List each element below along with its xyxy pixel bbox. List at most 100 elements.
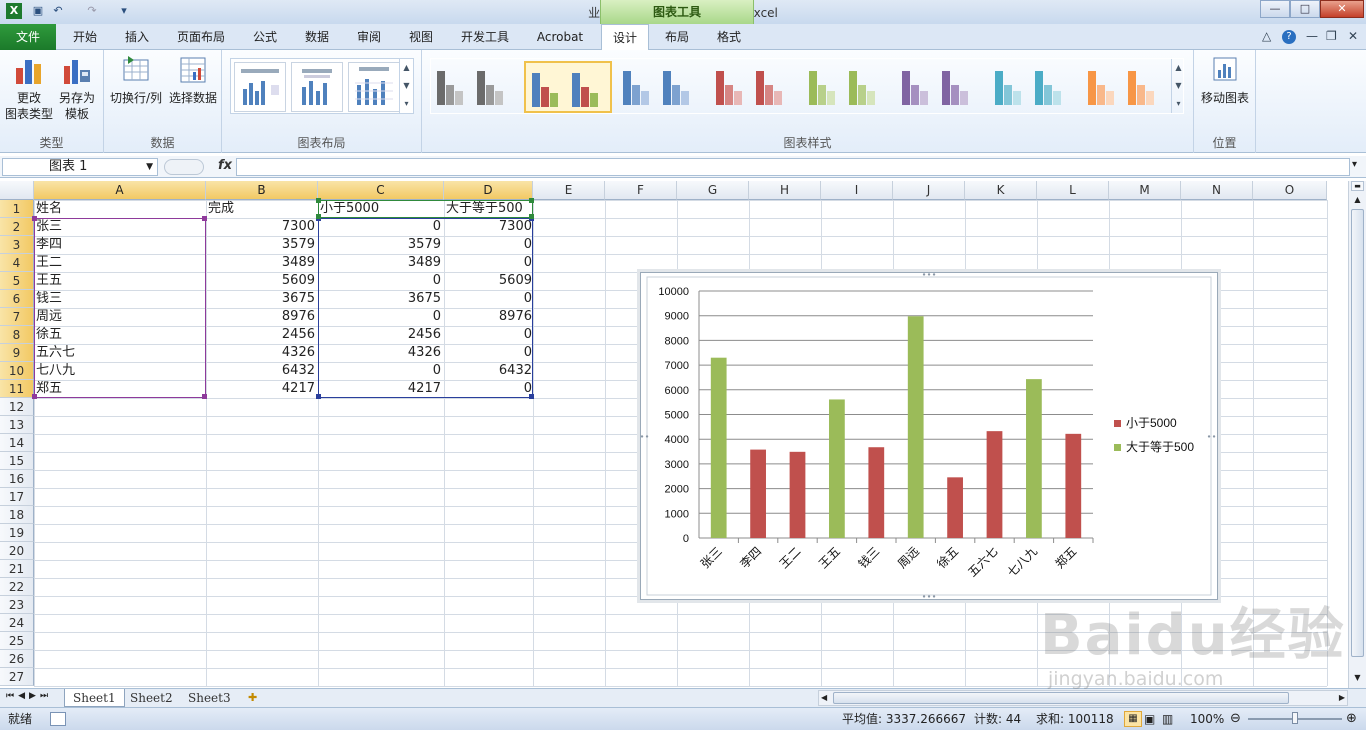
sheet-tab-sheet1[interactable]: Sheet1 bbox=[64, 689, 125, 707]
chart-style-8[interactable] bbox=[1082, 61, 1170, 113]
split-box[interactable]: ▬ bbox=[1351, 181, 1364, 191]
workbook-restore-icon[interactable]: ❐ bbox=[1326, 29, 1337, 43]
column-header-g[interactable]: G bbox=[677, 181, 749, 200]
change-chart-type-button[interactable]: 更改 图表类型 bbox=[4, 54, 54, 122]
row-header-8[interactable]: 8 bbox=[0, 326, 34, 344]
tab-review[interactable]: 审阅 bbox=[346, 24, 392, 50]
range-handle[interactable] bbox=[202, 394, 207, 399]
minimize-button[interactable]: — bbox=[1260, 0, 1290, 18]
chart-styles-gallery[interactable]: ▲ ▼ ▾ bbox=[430, 58, 1184, 114]
cell-b7[interactable]: 8976 bbox=[206, 308, 318, 326]
workbook-close-icon[interactable]: ✕ bbox=[1348, 29, 1358, 43]
layout-thumb-3[interactable] bbox=[348, 62, 400, 112]
bar-ge500-0[interactable] bbox=[710, 357, 727, 538]
zoom-level[interactable]: 100% bbox=[1190, 708, 1224, 730]
chart-resize-handle[interactable]: ∙∙∙ bbox=[921, 270, 936, 279]
bar-lt5000-7[interactable] bbox=[986, 431, 1003, 538]
bar-lt5000-9[interactable] bbox=[1065, 433, 1082, 538]
column-header-d[interactable]: D bbox=[444, 181, 533, 200]
save-as-template-button[interactable]: 另存为 模板 bbox=[54, 54, 100, 122]
minimize-ribbon-icon[interactable]: △ bbox=[1262, 29, 1271, 43]
row-header-13[interactable]: 13 bbox=[0, 416, 34, 434]
row-header-19[interactable]: 19 bbox=[0, 524, 34, 542]
chart-style-7[interactable] bbox=[989, 61, 1077, 113]
cell-b10[interactable]: 6432 bbox=[206, 362, 318, 380]
row-header-16[interactable]: 16 bbox=[0, 470, 34, 488]
normal-view-icon[interactable]: ▦ bbox=[1124, 711, 1142, 727]
row-header-18[interactable]: 18 bbox=[0, 506, 34, 524]
column-header-k[interactable]: K bbox=[965, 181, 1037, 200]
maximize-button[interactable]: □ bbox=[1290, 0, 1320, 18]
column-header-m[interactable]: M bbox=[1109, 181, 1181, 200]
vertical-scroll-thumb[interactable] bbox=[1351, 209, 1364, 657]
cell-b3[interactable]: 3579 bbox=[206, 236, 318, 254]
expand-formula-bar-icon[interactable]: ▾ bbox=[1352, 159, 1357, 170]
bar-lt5000-2[interactable] bbox=[789, 451, 806, 538]
cell-b2[interactable]: 7300 bbox=[206, 218, 318, 236]
horizontal-scrollbar[interactable]: ◀ ▶ bbox=[818, 690, 1348, 706]
row-header-17[interactable]: 17 bbox=[0, 488, 34, 506]
page-break-view-icon[interactable]: ▥ bbox=[1162, 708, 1173, 730]
bar-lt5000-4[interactable] bbox=[868, 447, 885, 538]
column-header-h[interactable]: H bbox=[749, 181, 821, 200]
name-box[interactable]: 图表 1 ▼ bbox=[2, 158, 158, 176]
tab-formulas[interactable]: 公式 bbox=[242, 24, 288, 50]
styles-gallery-scroll[interactable]: ▲ ▼ ▾ bbox=[1171, 59, 1185, 113]
cell-b4[interactable]: 3489 bbox=[206, 254, 318, 272]
zoom-in-icon[interactable]: ⊕ bbox=[1346, 708, 1357, 730]
move-chart-button[interactable]: 移动图表 bbox=[1196, 54, 1254, 106]
chart-style-3[interactable] bbox=[617, 61, 705, 113]
layout-thumb-2[interactable] bbox=[291, 62, 343, 112]
range-handle[interactable] bbox=[529, 394, 534, 399]
tab-acrobat[interactable]: Acrobat bbox=[528, 24, 592, 50]
row-header-4[interactable]: 4 bbox=[0, 254, 34, 272]
chart-style-5[interactable] bbox=[803, 61, 891, 113]
scroll-up-icon[interactable]: ▲ bbox=[1351, 193, 1364, 207]
bar-lt5000-1[interactable] bbox=[750, 449, 766, 538]
row-header-3[interactable]: 3 bbox=[0, 236, 34, 254]
chart-resize-handle[interactable]: ∙∙∙ bbox=[1206, 432, 1221, 441]
chart-resize-handle[interactable]: ∙∙∙ bbox=[634, 432, 650, 441]
tab-home[interactable]: 开始 bbox=[62, 24, 108, 50]
name-box-dropdown-icon[interactable]: ▼ bbox=[146, 159, 153, 175]
tab-format[interactable]: 格式 bbox=[706, 24, 752, 50]
tab-page-layout[interactable]: 页面布局 bbox=[170, 24, 232, 50]
zoom-slider-thumb[interactable] bbox=[1292, 712, 1298, 724]
column-header-l[interactable]: L bbox=[1037, 181, 1109, 200]
range-handle[interactable] bbox=[529, 214, 534, 219]
scroll-down-icon[interactable]: ▼ bbox=[1351, 671, 1364, 685]
row-header-12[interactable]: 12 bbox=[0, 398, 34, 416]
row-header-10[interactable]: 10 bbox=[0, 362, 34, 380]
column-header-j[interactable]: J bbox=[893, 181, 965, 200]
column-header-f[interactable]: F bbox=[605, 181, 677, 200]
row-header-2[interactable]: 2 bbox=[0, 218, 34, 236]
cell-a1[interactable]: 姓名 bbox=[34, 200, 206, 218]
row-header-24[interactable]: 24 bbox=[0, 614, 34, 632]
select-data-button[interactable]: 选择数据 bbox=[166, 54, 220, 106]
tab-design[interactable]: 设计 bbox=[601, 24, 649, 51]
tab-data[interactable]: 数据 bbox=[294, 24, 340, 50]
row-header-25[interactable]: 25 bbox=[0, 632, 34, 650]
formula-bar-resize-handle[interactable] bbox=[164, 159, 204, 175]
row-header-26[interactable]: 26 bbox=[0, 650, 34, 668]
zoom-out-icon[interactable]: ⊖ bbox=[1230, 708, 1241, 730]
column-header-n[interactable]: N bbox=[1181, 181, 1253, 200]
chart-resize-handle[interactable]: ∙∙∙ bbox=[921, 592, 936, 601]
row-header-1[interactable]: 1 bbox=[0, 200, 34, 218]
legend-entry[interactable]: 小于5000 bbox=[1126, 416, 1177, 430]
column-header-i[interactable]: I bbox=[821, 181, 893, 200]
row-header-7[interactable]: 7 bbox=[0, 308, 34, 326]
range-handle[interactable] bbox=[316, 198, 321, 203]
row-header-20[interactable]: 20 bbox=[0, 542, 34, 560]
row-header-27[interactable]: 27 bbox=[0, 668, 34, 686]
cell-b11[interactable]: 4217 bbox=[206, 380, 318, 398]
bar-ge500-3[interactable] bbox=[829, 399, 845, 538]
sheet-nav-icons[interactable]: ⏮◀▶⏭ bbox=[6, 691, 52, 701]
tab-developer[interactable]: 开发工具 bbox=[452, 24, 518, 50]
column-header-b[interactable]: B bbox=[206, 181, 318, 200]
cell-b8[interactable]: 2456 bbox=[206, 326, 318, 344]
close-button[interactable]: ✕ bbox=[1320, 0, 1364, 18]
insert-sheet-icon[interactable]: ✚ bbox=[240, 689, 265, 707]
tab-view[interactable]: 视图 bbox=[398, 24, 444, 50]
column-header-e[interactable]: E bbox=[533, 181, 605, 200]
